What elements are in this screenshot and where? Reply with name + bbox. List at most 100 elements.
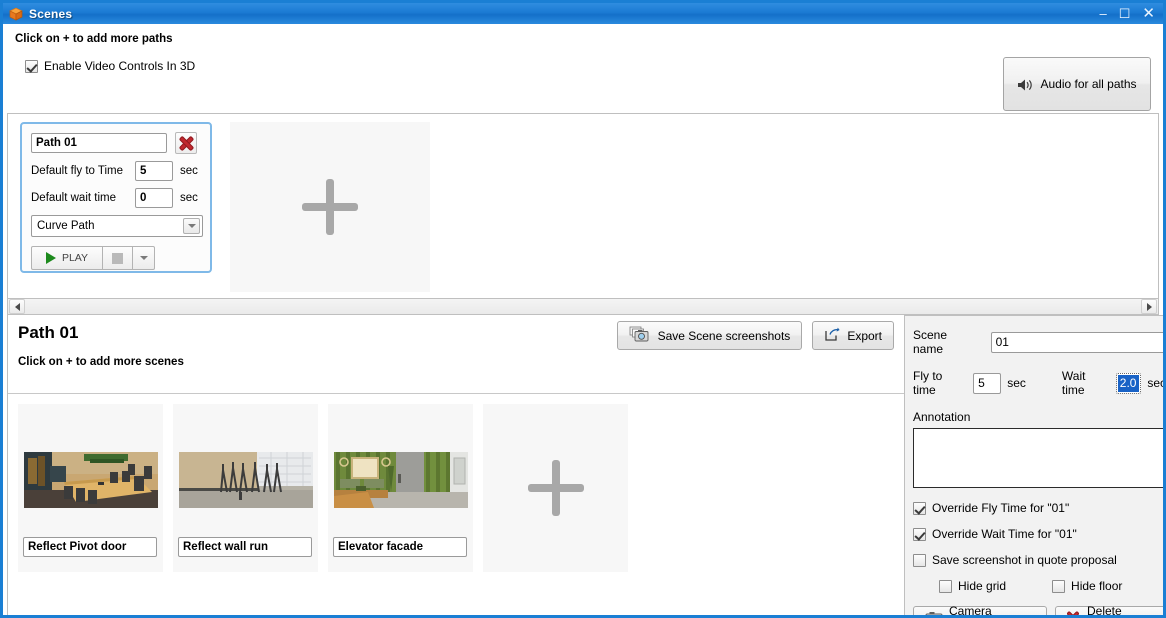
speaker-icon [1017,78,1033,91]
stacked-photos-camera-icon [629,326,651,346]
scenes-section: Path 01 Click on + to add more scenes Sa… [7,315,905,615]
default-wait-time-label: Default wait time [31,192,117,204]
play-triangle-icon [45,252,56,264]
save-scene-screenshots-label: Save Scene screenshots [657,328,791,343]
delete-path-button[interactable] [175,132,197,154]
stop-button[interactable] [103,246,133,270]
override-fly-time-label: Override Fly Time for "01" [932,501,1070,515]
fly-to-time-unit: sec [1007,376,1026,390]
delete-scene-label: Delete scene [1087,603,1122,618]
hide-grid-checkbox[interactable]: Hide grid [939,579,1006,593]
save-screenshot-quote-checkbox[interactable]: Save screenshot in quote proposal [913,553,1163,567]
chevron-down-icon[interactable] [183,218,200,234]
checkbox-box [1052,579,1066,593]
camera-settings-label: Camera settings [949,603,992,618]
scene-tile[interactable]: Reflect wall run [173,404,318,572]
save-screenshot-quote-label: Save screenshot in quote proposal [932,553,1117,567]
delete-scene-button[interactable]: Delete scene [1055,603,1163,618]
scene-label-input[interactable]: Reflect wall run [178,537,312,557]
override-fly-time-checkbox[interactable]: Override Fly Time for "01" [913,501,1163,515]
default-fly-time-input[interactable]: 5 [135,161,173,181]
override-wait-time-checkbox[interactable]: Override Wait Time for "01" [913,527,1163,541]
scene-name-label: Scene name [913,328,948,356]
scene-thumbnail [23,452,158,508]
camera-icon [925,611,943,615]
scene-tile[interactable]: Reflect Pivot door [18,404,163,572]
enable-video-controls-label: Enable Video Controls In 3D [44,59,196,73]
play-label: PLAY [61,252,89,264]
play-button[interactable]: PLAY [31,246,103,270]
annotation-label: Annotation [913,410,971,424]
maximize-button[interactable]: ☐ [1115,5,1135,22]
scene-tiles-strip: Reflect Pivot door Reflect wall run Elev… [8,393,904,615]
wait-time-unit: sec [1147,376,1166,390]
scene-properties-panel: Scene name 01 Fly to time 5 sec Wait tim… [905,315,1166,618]
checkbox-box [913,501,926,515]
wait-time-input[interactable]: 2.0 [1115,372,1142,394]
orange-box-icon [8,6,24,22]
audio-for-all-paths-button[interactable]: Audio for all paths [1003,57,1151,111]
path-playback-controls: PLAY [31,246,201,270]
scene-label-input[interactable]: Reflect Pivot door [23,537,157,557]
default-wait-time-unit: sec [180,192,198,204]
scene-name-row: Scene name 01 [913,328,1163,356]
timing-row: Fly to time 5 sec Wait time 2.0 sec [913,369,1166,397]
scenes-hint: Click on + to add more scenes [18,356,184,368]
fly-to-time-input[interactable]: 5 [973,372,1002,394]
scroll-right-button[interactable] [1141,299,1157,314]
enable-video-controls-checkbox[interactable]: Enable Video Controls In 3D [25,59,1151,73]
triangle-left-icon [14,302,20,311]
add-path-tile[interactable] [230,122,430,292]
annotation-textarea[interactable] [913,428,1163,488]
checkbox-box [939,579,952,593]
default-wait-time-row: Default wait time 0 sec [31,188,201,208]
default-wait-time-input[interactable]: 0 [135,188,173,208]
chevron-down-icon [139,256,148,260]
checkbox-box [25,59,38,73]
title-bar: Scenes – ☐ ✕ [3,3,1163,24]
scenes-header-buttons: Save Scene screenshots Export [616,321,894,350]
export-label: Export [847,328,882,343]
scene-thumbnail [178,452,313,508]
wait-time-value: 2.0 [1117,374,1140,392]
default-fly-time-row: Default fly to Time 5 sec [31,161,201,181]
path-type-value: Curve Path [37,220,95,232]
stop-square-icon [112,252,123,264]
path-card[interactable]: Path 01 Default fly to Time 5 sec Defaul… [20,122,212,273]
top-area: Click on + to add more paths Enable Vide… [3,24,1163,113]
path-name-input[interactable]: Path 01 [31,133,167,153]
red-x-icon [1067,611,1080,615]
scene-action-buttons: Camera settings Delete scene [913,603,1163,618]
checkbox-box [913,527,926,541]
red-x-icon [179,136,194,151]
hide-grid-label: Hide grid [958,579,1007,593]
scene-tile[interactable]: Elevator facade [328,404,473,572]
default-fly-time-unit: sec [180,165,198,177]
scene-name-input[interactable]: 01 [990,331,1163,353]
scenes-header: Path 01 Click on + to add more scenes Sa… [8,315,904,393]
default-fly-time-label: Default fly to Time [31,165,124,177]
override-wait-time-label: Override Wait Time for "01" [932,527,1077,541]
playback-dropdown-button[interactable] [133,246,155,270]
save-scene-screenshots-button[interactable]: Save Scene screenshots [616,321,803,350]
camera-settings-button[interactable]: Camera settings [913,603,1047,618]
lower-region: Path 01 Click on + to add more scenes Sa… [3,315,1166,618]
export-arrow-icon [824,327,840,345]
add-scene-tile[interactable] [483,404,628,572]
export-button[interactable]: Export [812,321,894,350]
scenes-window: Scenes – ☐ ✕ Click on + to add more path… [0,0,1166,618]
triangle-right-icon [1146,302,1152,311]
scene-thumbnail [333,452,468,508]
hide-floor-checkbox[interactable]: Hide floor [1052,579,1122,593]
window-controls: – ☐ ✕ [1096,3,1159,24]
path-type-select[interactable]: Curve Path [31,215,203,237]
paths-hint: Click on + to add more paths [15,33,173,45]
paths-horizontal-scrollbar[interactable] [7,298,1159,315]
scene-label-input[interactable]: Elevator facade [333,537,467,557]
close-button[interactable]: ✕ [1138,4,1159,23]
wait-time-label: Wait time [1061,369,1086,397]
checkbox-box [913,553,926,567]
plus-icon [527,460,584,516]
minimize-button[interactable]: – [1096,5,1111,22]
scroll-left-button[interactable] [9,299,25,314]
